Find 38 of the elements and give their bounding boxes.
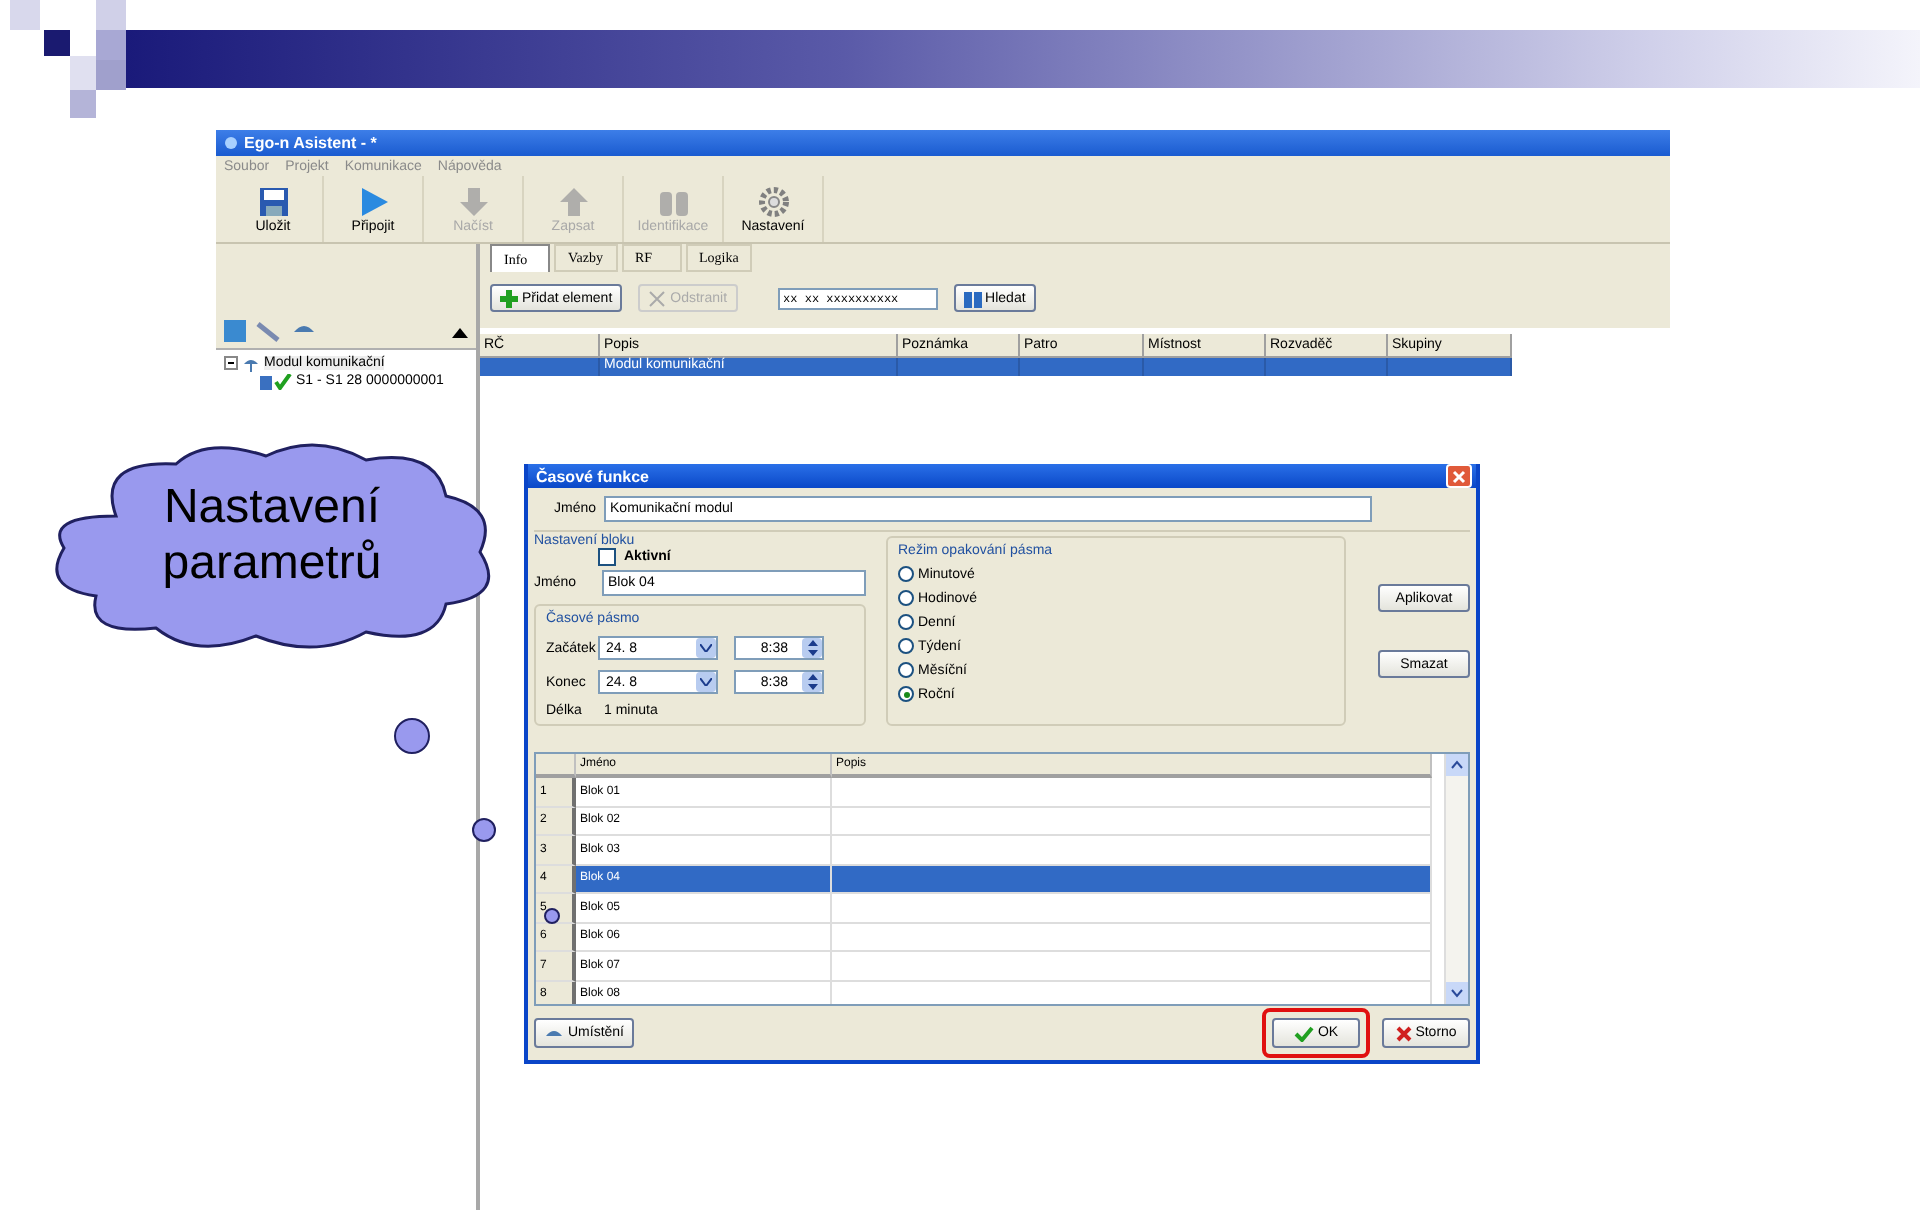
collapse-icon[interactable] [224, 356, 238, 370]
table-cell [1020, 358, 1144, 376]
checkmark-icon [1293, 1025, 1314, 1041]
collapse-arrow-icon[interactable] [452, 325, 468, 337]
radio-button[interactable] [898, 614, 914, 630]
radio-button[interactable] [898, 566, 914, 582]
up-arrow-icon [557, 185, 589, 217]
table-cell [1266, 358, 1388, 376]
table-cell [1388, 358, 1512, 376]
device-check-icon [260, 373, 292, 389]
callout-text: Nastavení parametrů [160, 480, 384, 592]
module-icon [544, 1025, 564, 1041]
spinner-arrows-icon [807, 674, 817, 690]
close-button[interactable] [1446, 464, 1472, 488]
window-title-text: Ego-n Asistent - * [244, 134, 377, 152]
checkbox[interactable] [598, 548, 616, 566]
dialog-title-text: Časové funkce [536, 467, 649, 485]
down-arrow-icon [457, 185, 489, 217]
radio-button[interactable] [898, 590, 914, 606]
scroll-down-icon[interactable] [1446, 982, 1468, 1004]
gear-icon [757, 185, 789, 217]
spinner-arrows-icon [807, 640, 817, 656]
scroll-up-icon[interactable] [1446, 754, 1468, 776]
table-cell [480, 358, 600, 376]
radio-button[interactable] [898, 638, 914, 654]
radio-button[interactable] [898, 662, 914, 678]
play-triangle-icon [357, 185, 389, 217]
scissors-icon [648, 289, 667, 307]
app-icon [224, 136, 238, 150]
plus-icon [500, 289, 518, 307]
radio-button[interactable] [898, 686, 914, 702]
close-icon [1452, 469, 1466, 483]
table-cell [1144, 358, 1266, 376]
cross-icon [1395, 1025, 1412, 1041]
thought-bubble [544, 908, 560, 924]
module-icon [242, 355, 260, 371]
table-cell [898, 358, 1020, 376]
scrollbar[interactable] [1444, 754, 1468, 1004]
